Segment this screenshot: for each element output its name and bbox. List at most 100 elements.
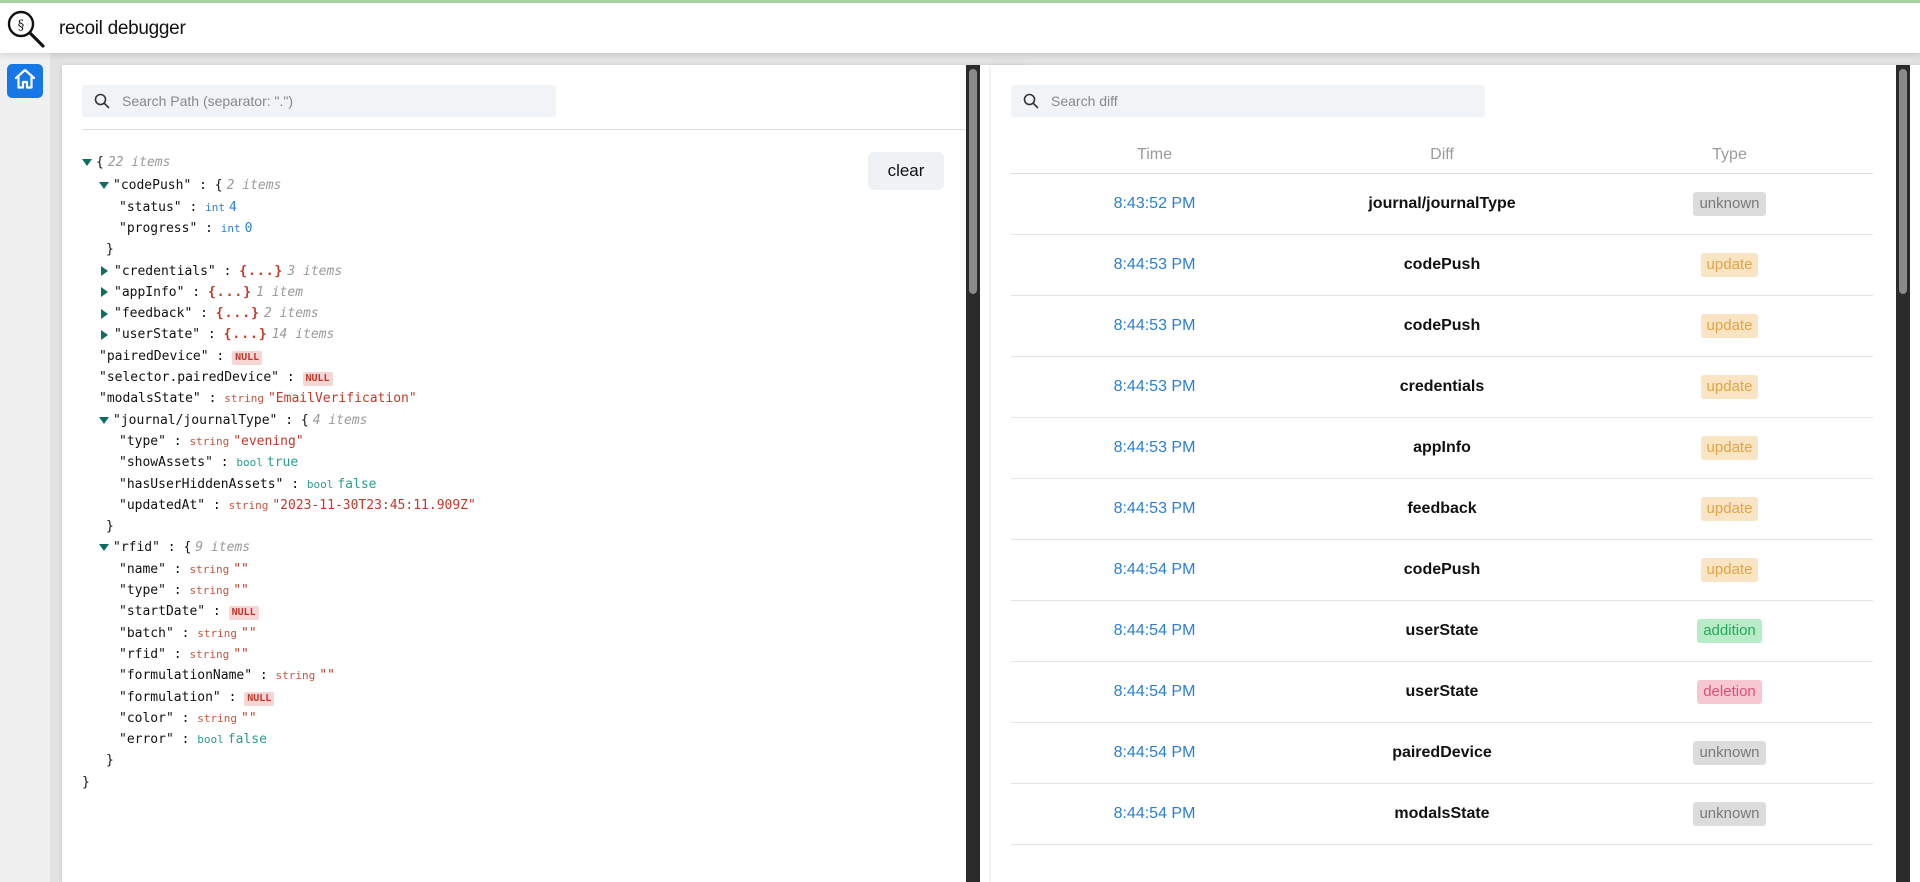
tree-value: false: [337, 476, 377, 492]
tree-key: "hasUserHiddenAssets": [119, 476, 284, 492]
home-button[interactable]: [7, 64, 43, 98]
tree-value: 0: [244, 220, 253, 236]
value-type-label: string: [189, 434, 230, 448]
tree-key: "formulationName": [119, 668, 253, 684]
diff-time-cell: 8:44:54 PM: [1011, 784, 1298, 844]
tree-root-row[interactable]: {22 items: [82, 153, 170, 173]
value-type-label: bool: [306, 477, 334, 491]
tree-row: "pairedDevice" : NULL: [99, 347, 263, 367]
diff-path: journal/journalType: [1368, 195, 1516, 212]
tree-key: "modalsState": [99, 391, 201, 407]
tree-separator: :: [191, 178, 215, 194]
null-badge: NULL: [228, 606, 259, 621]
diff-type-cell: update: [1586, 479, 1873, 539]
diff-row[interactable]: 8:44:54 PM userState addition: [1011, 601, 1873, 662]
caret-down-icon[interactable]: [99, 544, 109, 552]
diff-time: 8:44:53 PM: [1113, 378, 1196, 395]
diff-path-cell: pairedDevice: [1298, 723, 1586, 783]
diff-row[interactable]: 8:44:53 PM credentials update: [1011, 357, 1873, 418]
tree-row: "type" : string "evening": [119, 432, 304, 452]
diff-time-cell: 8:44:53 PM: [1011, 296, 1298, 356]
path-search-box[interactable]: [82, 85, 556, 117]
diff-row[interactable]: 8:44:53 PM codePush update: [1011, 296, 1873, 357]
clear-button[interactable]: clear: [868, 152, 944, 190]
diff-row[interactable]: 8:44:53 PM codePush update: [1011, 235, 1873, 296]
tree-row[interactable]: "codePush" : {2 items: [99, 176, 281, 196]
tree-row: "color" : string "": [119, 709, 257, 729]
diff-type-badge: deletion: [1697, 679, 1762, 704]
caret-down-icon[interactable]: [99, 416, 109, 424]
diff-row[interactable]: 8:44:54 PM codePush update: [1011, 540, 1873, 601]
diff-path-cell: codePush: [1298, 540, 1586, 600]
tree-row: "batch" : string "": [119, 624, 257, 644]
tree-row[interactable]: "userState" : {...} 14 items: [99, 325, 334, 345]
caret-right-icon[interactable]: [101, 287, 108, 298]
item-count: 9 items: [195, 540, 251, 556]
tree-row: "formulation" : NULL: [119, 688, 275, 708]
tree-row[interactable]: "credentials" : {...} 3 items: [99, 262, 342, 282]
diff-row[interactable]: 8:44:53 PM feedback update: [1011, 479, 1873, 540]
tree-row: }: [106, 751, 114, 771]
home-icon: [13, 67, 37, 96]
root-open-brace: {: [96, 155, 104, 170]
tree-separator: :: [220, 689, 245, 705]
diff-search-input[interactable]: [1049, 92, 1433, 110]
root-close-brace: }: [82, 774, 90, 790]
tree-separator: :: [215, 263, 240, 279]
tree-row[interactable]: "journal/journalType" : {4 items: [99, 411, 367, 431]
diff-path-cell: credentials: [1298, 357, 1586, 417]
caret-down-icon[interactable]: [99, 182, 109, 190]
diff-row[interactable]: 8:44:54 PM modalsState unknown: [1011, 784, 1873, 845]
caret-down-icon[interactable]: [82, 159, 92, 166]
diff-row[interactable]: 8:43:52 PM journal/journalType unknown: [1011, 174, 1873, 235]
diff-path-cell: appInfo: [1298, 418, 1586, 478]
tree-row[interactable]: "feedback" : {...} 2 items: [99, 304, 319, 324]
diff-path: modalsState: [1394, 805, 1490, 822]
tree-row: "startDate" : NULL: [119, 602, 259, 622]
value-type-label: int: [220, 221, 241, 235]
diff-time: 8:44:53 PM: [1113, 439, 1196, 456]
value-type-label: string: [197, 711, 238, 725]
tree-key: "rfid": [113, 540, 160, 556]
diff-row[interactable]: 8:44:54 PM userState deletion: [1011, 662, 1873, 723]
caret-right-icon[interactable]: [101, 266, 108, 276]
diff-path: codePush: [1403, 317, 1481, 334]
item-count: 14 items: [271, 327, 335, 343]
diff-type-cell: update: [1586, 296, 1873, 356]
tree-row[interactable]: "appInfo" : {...} 1 item: [99, 283, 303, 303]
tree-value: "EmailVerification": [267, 391, 417, 407]
diff-type-cell: addition: [1586, 601, 1873, 661]
tree-separator: :: [165, 646, 190, 662]
diff-row[interactable]: 8:44:54 PM pairedDevice unknown: [1011, 723, 1873, 784]
diff-path: appInfo: [1413, 439, 1471, 456]
diff-time-cell: 8:44:54 PM: [1011, 540, 1298, 600]
diff-search-box[interactable]: [1011, 85, 1485, 117]
tree-value: "evening": [233, 433, 304, 449]
caret-right-icon[interactable]: [101, 329, 108, 340]
tree-separator: :: [173, 710, 198, 726]
tree-key: "updatedAt": [119, 497, 206, 513]
diff-type-cell: update: [1586, 357, 1873, 417]
path-search-input[interactable]: [120, 92, 504, 110]
caret-right-icon[interactable]: [101, 308, 108, 319]
tree-separator: :: [283, 476, 307, 492]
tree-row: "updatedAt" : string "2023-11-30T23:45:11…: [119, 496, 476, 516]
tree-row[interactable]: "rfid" : {9 items: [99, 538, 250, 558]
tree-value: 4: [228, 199, 237, 215]
diff-path: feedback: [1407, 500, 1477, 517]
tree-row: "modalsState" : string "EmailVerification…: [99, 389, 417, 409]
diff-time-cell: 8:44:54 PM: [1011, 662, 1298, 722]
state-panel-scroll-thumb[interactable]: [969, 69, 977, 294]
value-type-label: int: [205, 200, 225, 214]
diff-row[interactable]: 8:44:53 PM appInfo update: [1011, 418, 1873, 479]
app-root: § recoil debugger clear: [0, 0, 1920, 882]
tree-key: "startDate": [119, 604, 206, 620]
collapsed-object: {...}: [215, 306, 260, 322]
open-brace: {: [300, 412, 309, 428]
diff-panel-scroll-thumb[interactable]: [1899, 69, 1907, 294]
diff-panel-scrollbar[interactable]: [1896, 65, 1910, 882]
tree-separator: :: [279, 370, 303, 385]
state-panel-scrollbar[interactable]: [966, 65, 980, 882]
diff-time: 8:44:53 PM: [1113, 256, 1196, 273]
tree-key: "appInfo": [114, 284, 185, 300]
